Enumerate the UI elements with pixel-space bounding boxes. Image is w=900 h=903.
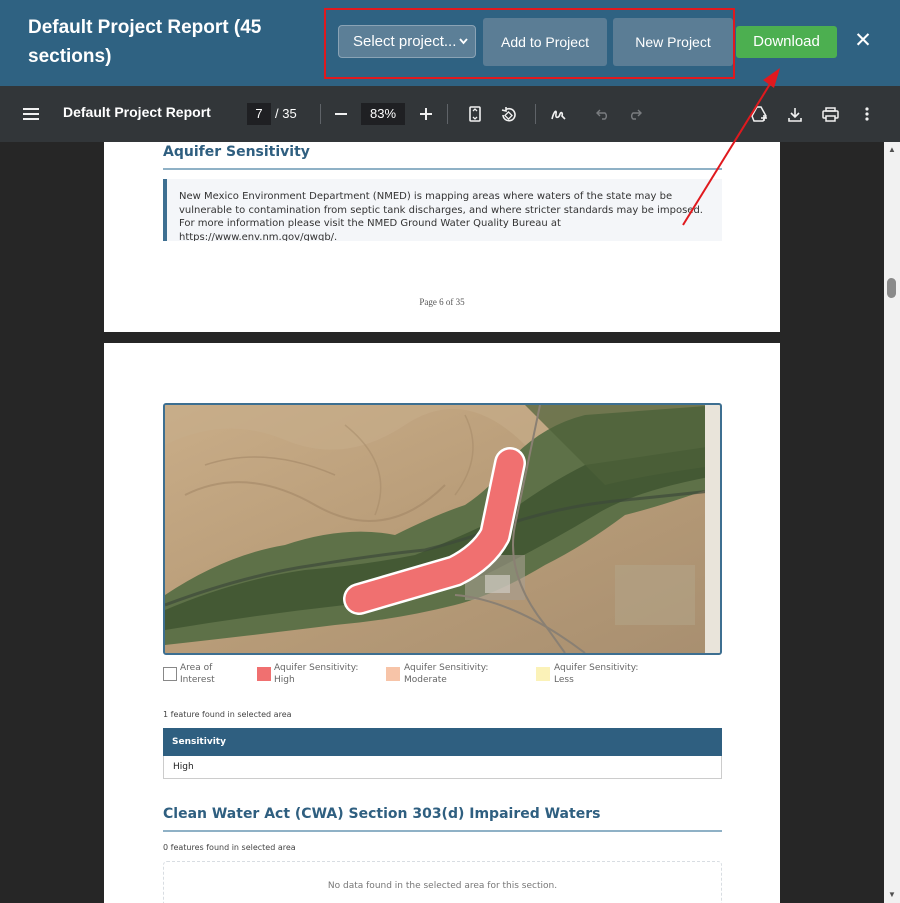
menu-icon[interactable] [18,86,44,142]
satellite-map [165,405,720,653]
more-options-icon[interactable] [857,86,877,142]
add-to-project-button[interactable]: Add to Project [483,18,607,66]
legend-swatch-high [257,667,271,681]
page-total: / 35 [275,106,297,121]
chevron-down-icon [458,26,469,70]
redo-icon[interactable] [624,86,646,142]
app-root: Default Project Report (45 sections) Sel… [0,0,900,903]
add-drive-icon[interactable] [748,86,772,142]
section-divider [163,168,722,170]
scroll-up-arrow-icon[interactable]: ▲ [888,145,896,154]
section-divider [163,830,722,832]
report-header: Default Project Report (45 sections) Sel… [0,0,900,86]
vertical-scrollbar[interactable]: ▲ ▼ [884,142,900,903]
project-select[interactable]: Select project... [338,25,476,58]
legend-swatch-area [163,667,177,681]
fit-page-icon[interactable] [464,86,486,142]
legend-label-area: Area of Interest [180,663,215,685]
pdf-document-name: Default Project Report [63,104,211,120]
new-project-button[interactable]: New Project [613,18,733,66]
legend-label-moderate: Aquifer Sensitivity: Moderate [404,663,489,685]
features-found-text: 1 feature found in selected area [163,710,292,719]
pdf-page: Aquifer Sensitivity New Mexico Environme… [104,142,780,332]
zoom-level-input[interactable]: 83% [361,103,405,125]
map-image [163,403,722,655]
zoom-out-icon[interactable] [331,86,351,142]
section-heading: Clean Water Act (CWA) Section 303(d) Imp… [163,806,601,822]
zoom-in-icon[interactable] [416,86,436,142]
pdf-viewer[interactable]: Aquifer Sensitivity New Mexico Environme… [0,142,884,903]
draw-icon[interactable] [546,86,570,142]
legend-label-high: Aquifer Sensitivity: High [274,663,359,685]
print-icon[interactable] [819,86,841,142]
legend-swatch-moderate [386,667,400,681]
notice-box: New Mexico Environment Department (NMED)… [163,179,722,241]
undo-icon[interactable] [592,86,614,142]
download-button[interactable]: Download [736,26,837,58]
pdf-page: Area of Interest Aquifer Sensitivity: Hi… [104,343,780,903]
rotate-icon[interactable] [496,86,520,142]
toolbar-divider [320,104,321,124]
page-footer: Page 6 of 35 [419,297,465,307]
toolbar-divider [447,104,448,124]
download-icon[interactable] [784,86,806,142]
legend-label-less: Aquifer Sensitivity: Less [554,663,639,685]
toolbar-divider [535,104,536,124]
features-found-text: 0 features found in selected area [163,843,296,852]
report-title: Default Project Report (45 sections) [28,17,262,67]
project-select-value: Select project... [353,33,457,50]
close-icon[interactable]: ✕ [852,28,874,54]
table-header: Sensitivity [163,728,722,756]
scroll-thumb[interactable] [887,278,896,298]
table-row: High [163,756,722,779]
page-number-input[interactable]: 7 [247,103,271,125]
section-heading: Aquifer Sensitivity [163,144,310,160]
legend-swatch-less [536,667,550,681]
no-data-box: No data found in the selected area for t… [163,861,722,903]
pdf-toolbar: Default Project Report 7 / 35 83% [0,86,900,142]
scroll-down-arrow-icon[interactable]: ▼ [888,890,896,899]
